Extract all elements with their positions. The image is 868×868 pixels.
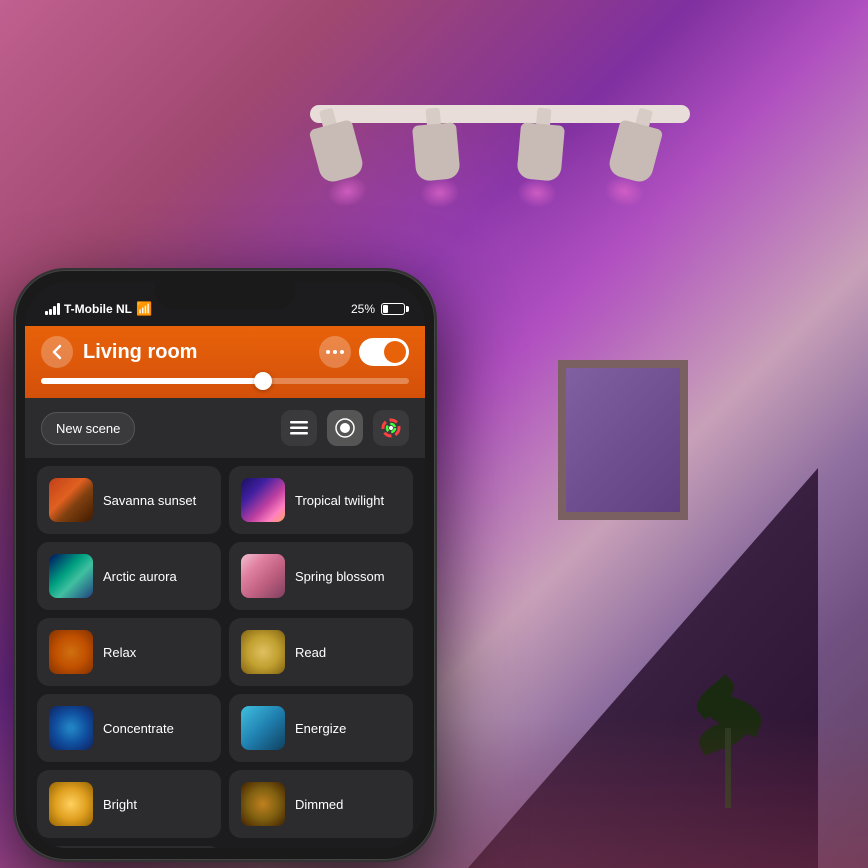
scene-thumb-relax [49,630,93,674]
scene-thumb-concentrate [49,706,93,750]
power-toggle[interactable] [359,338,409,366]
scene-thumb-bright [49,782,93,826]
color-wheel-icon [381,418,401,438]
scene-name-arctic-aurora: Arctic aurora [103,569,177,584]
app-content: Living room New sce [25,326,425,848]
color-view-button[interactable] [373,410,409,446]
scene-name-read: Read [295,645,326,660]
scene-card-bright[interactable]: Bright [37,770,221,838]
scene-thumb-energize [241,706,285,750]
scene-name-concentrate: Concentrate [103,721,174,736]
status-right: 25% [351,302,405,316]
wifi-icon: 📶 [136,301,152,317]
scene-name-relax: Relax [103,645,136,660]
scene-name-tropical-twilight: Tropical twilight [295,493,384,508]
scene-card-energize[interactable]: Energize [229,694,413,762]
scene-icon-tropical-twilight [241,478,285,522]
phone-shell: T-Mobile NL 📶 09:23 25% [15,270,435,860]
scenes-grid: Savanna sunset Tropical twilight Arctic au… [25,458,425,848]
back-chevron-icon [52,344,62,360]
battery-icon [381,303,405,315]
dot-2 [333,350,337,354]
scene-icon-spring-blossom [241,554,285,598]
scene-icon-read [241,630,285,674]
scene-icon-savanna-sunset [49,478,93,522]
scene-card-dimmed[interactable]: Dimmed [229,770,413,838]
scene-card-spring-blossom[interactable]: Spring blossom [229,542,413,610]
scene-icon-energize [241,706,285,750]
palette-icon [335,418,355,438]
scene-icon-concentrate [49,706,93,750]
carrier-label: T-Mobile NL [64,302,132,316]
room-title: Living room [83,341,319,364]
phone-device: T-Mobile NL 📶 09:23 25% [15,270,435,860]
header-top: Living room [41,336,409,368]
scene-thumb-tropical-twilight [241,478,285,522]
scene-name-spring-blossom: Spring blossom [295,569,385,584]
scene-card-concentrate[interactable]: Concentrate [37,694,221,762]
scene-card-read[interactable]: Read [229,618,413,686]
scene-controls-bar: New scene [25,398,425,458]
status-left: T-Mobile NL 📶 [45,301,152,317]
signal-bars [45,303,60,315]
more-button[interactable] [319,336,351,368]
scene-thumb-savanna-sunset [49,478,93,522]
wall-frame [558,360,688,520]
scene-icon-dimmed [241,782,285,826]
battery-fill [383,305,388,313]
brightness-thumb [254,372,272,390]
phone-screen: T-Mobile NL 📶 09:23 25% [25,282,425,848]
scene-thumb-dimmed [241,782,285,826]
new-scene-button[interactable]: New scene [41,412,135,445]
app-header: Living room [25,326,425,398]
scene-card-nightlight[interactable]: Nightlight [37,846,221,848]
battery-percent: 25% [351,302,375,316]
scene-icon-arctic-aurora [49,554,93,598]
scene-name-savanna-sunset: Savanna sunset [103,493,196,508]
list-icon [290,421,308,435]
scene-card-relax[interactable]: Relax [37,618,221,686]
spotlight-2 [407,106,466,190]
spotlight-3 [512,106,571,190]
scene-card-tropical-twilight[interactable]: Tropical twilight [229,466,413,534]
scene-icon-relax [49,630,93,674]
scene-icon-bright [49,782,93,826]
back-button[interactable] [41,336,73,368]
scene-thumb-read [241,630,285,674]
scene-name-bright: Bright [103,797,137,812]
brightness-slider[interactable] [41,378,409,384]
brightness-fill [41,378,262,384]
scene-card-arctic-aurora[interactable]: Arctic aurora [37,542,221,610]
phone-notch [155,282,295,310]
ceiling-fixture [280,40,720,270]
palette-view-button[interactable] [327,410,363,446]
scene-thumb-spring-blossom [241,554,285,598]
dot-1 [326,350,330,354]
scene-thumb-arctic-aurora [49,554,93,598]
scene-name-energize: Energize [295,721,346,736]
dot-3 [340,350,344,354]
list-view-button[interactable] [281,410,317,446]
scene-name-dimmed: Dimmed [295,797,343,812]
scene-card-savanna-sunset[interactable]: Savanna sunset [37,466,221,534]
view-icon-group [281,410,409,446]
